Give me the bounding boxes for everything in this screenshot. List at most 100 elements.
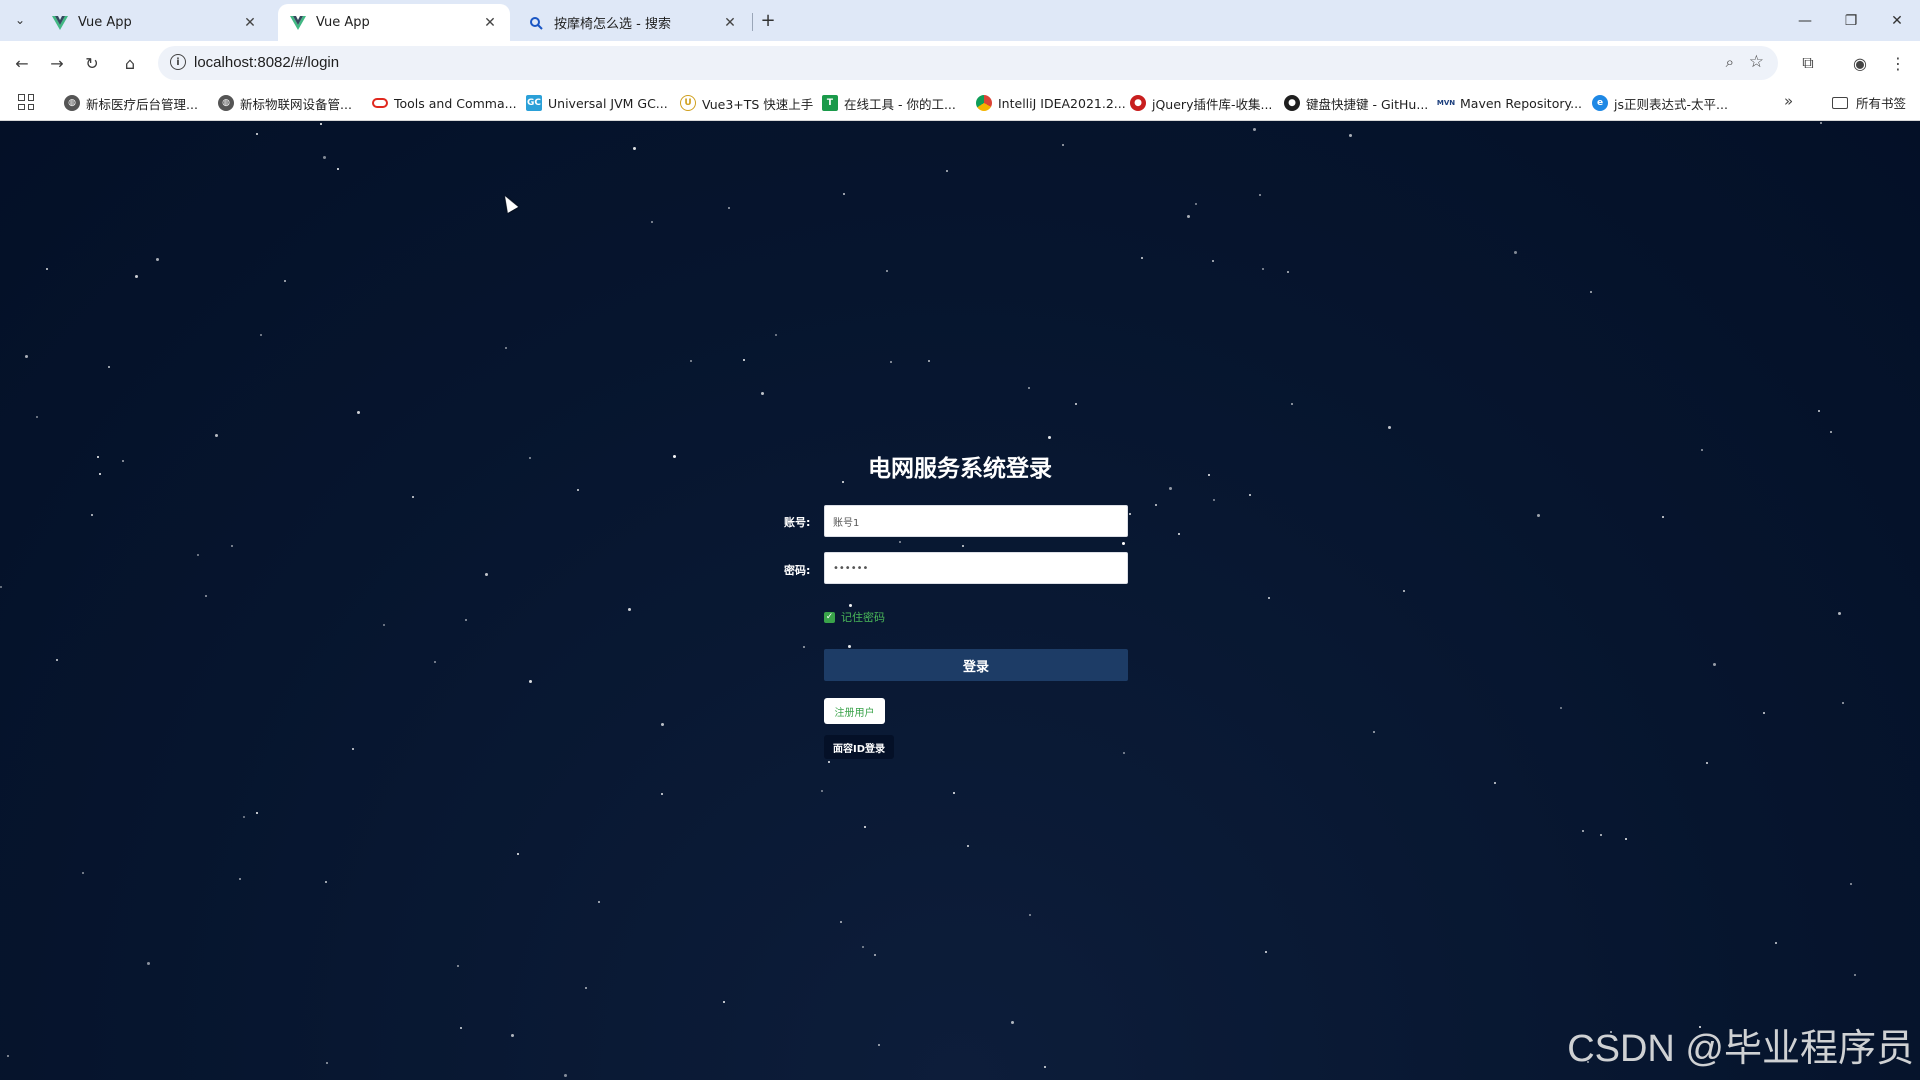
tab-vue-app-2[interactable]: Vue App ✕ xyxy=(278,4,510,41)
back-button[interactable]: ← xyxy=(8,49,36,77)
bookmark-item[interactable]: GC Universal JVM GC... xyxy=(526,93,668,113)
bookmark-item[interactable]: IntelliJ IDEA2021.2... xyxy=(976,93,1126,113)
reload-button[interactable]: ↻ xyxy=(78,49,106,77)
star xyxy=(690,360,692,362)
star xyxy=(383,624,385,626)
remember-password[interactable]: ✓ 记住密码 xyxy=(824,609,885,625)
apps-grid-icon[interactable] xyxy=(18,94,34,110)
star xyxy=(1044,1066,1046,1068)
star xyxy=(633,147,636,150)
star xyxy=(1850,883,1852,885)
close-window-button[interactable]: ✕ xyxy=(1874,0,1920,41)
star xyxy=(1011,1021,1014,1024)
mouse-cursor-icon xyxy=(499,193,519,213)
zoom-icon[interactable]: ⌕ xyxy=(1726,53,1734,71)
star xyxy=(320,123,322,125)
star xyxy=(743,359,745,361)
bookmark-item[interactable]: Tools and Comma... xyxy=(372,93,517,113)
star xyxy=(36,416,38,418)
close-icon[interactable]: ✕ xyxy=(242,15,258,31)
menu-icon[interactable]: ⋮ xyxy=(1884,49,1912,77)
star xyxy=(723,1001,725,1003)
bookmark-item[interactable]: T 在线工具 - 你的工... xyxy=(822,93,956,113)
profile-icon[interactable]: ◉ xyxy=(1846,49,1874,77)
star xyxy=(1141,257,1143,259)
bookmark-item[interactable]: MVN Maven Repository... xyxy=(1437,93,1582,113)
faceid-login-button[interactable]: 面容ID登录 xyxy=(824,735,894,759)
extensions-icon[interactable]: ⧉ xyxy=(1794,49,1822,77)
bookmark-star-icon[interactable]: ☆ xyxy=(1749,52,1764,72)
restore-button[interactable]: ❐ xyxy=(1828,0,1874,41)
remember-checkbox[interactable]: ✓ xyxy=(824,611,835,623)
bookmark-item[interactable]: e js正则表达式-太平... xyxy=(1592,93,1728,113)
bookmark-item[interactable]: ◍ 新标医疗后台管理... xyxy=(64,93,198,113)
star xyxy=(899,541,901,543)
star xyxy=(598,901,600,903)
star xyxy=(231,545,233,547)
star xyxy=(1854,974,1856,976)
tab-search-button[interactable]: ⌄ xyxy=(8,8,32,32)
bookmark-item[interactable]: ● 键盘快捷键 - GitHu... xyxy=(1284,93,1428,113)
close-icon[interactable]: ✕ xyxy=(482,15,498,31)
star xyxy=(761,392,764,395)
tab-search[interactable]: 按摩椅怎么选 - 搜索 ✕ xyxy=(516,4,750,41)
star xyxy=(284,280,286,282)
bookmark-item[interactable]: ◍ 新标物联网设备管... xyxy=(218,93,352,113)
star xyxy=(1701,449,1703,451)
star xyxy=(205,595,207,597)
star xyxy=(99,473,101,475)
home-button[interactable]: ⌂ xyxy=(116,49,144,77)
minimize-button[interactable]: — xyxy=(1782,0,1828,41)
star xyxy=(326,1062,328,1064)
star xyxy=(661,793,663,795)
star xyxy=(1494,782,1496,784)
star xyxy=(661,723,664,726)
vue-icon: U xyxy=(680,95,696,111)
bookmark-item[interactable]: U Vue3+TS 快速上手 xyxy=(680,93,813,113)
edge-icon: e xyxy=(1592,95,1608,111)
star xyxy=(256,133,258,135)
bookmark-label: 在线工具 - 你的工... xyxy=(844,96,956,112)
new-tab-button[interactable]: + xyxy=(756,8,780,32)
star xyxy=(1291,403,1293,405)
star xyxy=(874,954,876,956)
star xyxy=(465,619,467,621)
star xyxy=(1195,203,1197,205)
star xyxy=(1842,702,1844,704)
star xyxy=(585,987,587,989)
login-button[interactable]: 登录 xyxy=(824,649,1128,681)
star xyxy=(821,790,823,792)
star xyxy=(1249,494,1251,496)
more-bookmarks-icon[interactable]: » xyxy=(1784,92,1793,110)
star xyxy=(1029,914,1031,916)
star xyxy=(1155,504,1157,506)
close-icon[interactable]: ✕ xyxy=(722,15,738,31)
tab-vue-app-1[interactable]: Vue App ✕ xyxy=(40,4,270,41)
star xyxy=(928,360,930,362)
star xyxy=(1178,533,1180,535)
star xyxy=(1625,838,1627,840)
maven-icon: MVN xyxy=(1437,95,1455,111)
star xyxy=(1590,291,1592,293)
forward-button[interactable]: → xyxy=(43,49,71,77)
site-info-icon[interactable]: i xyxy=(170,54,186,70)
chrome-icon xyxy=(976,95,992,111)
star xyxy=(323,156,326,159)
star xyxy=(1259,194,1261,196)
tab-label: 按摩椅怎么选 - 搜索 xyxy=(554,17,671,32)
star xyxy=(1122,542,1125,545)
star xyxy=(1830,431,1832,433)
url-text[interactable]: localhost:8082/#/login xyxy=(194,54,339,71)
tool-icon: T xyxy=(822,95,838,111)
register-button[interactable]: 注册用户 xyxy=(824,698,885,724)
bookmark-item[interactable]: ● jQuery插件库-收集... xyxy=(1130,93,1272,113)
star xyxy=(7,1055,9,1057)
all-bookmarks-folder[interactable]: 所有书签 xyxy=(1832,93,1906,112)
password-input[interactable]: •••••• xyxy=(824,552,1128,584)
star xyxy=(967,845,969,847)
account-input[interactable]: 账号1 xyxy=(824,505,1128,537)
star xyxy=(1062,144,1064,146)
star xyxy=(337,168,339,170)
address-bar[interactable]: i localhost:8082/#/login ⌕ ☆ xyxy=(158,46,1778,80)
star xyxy=(260,334,262,336)
